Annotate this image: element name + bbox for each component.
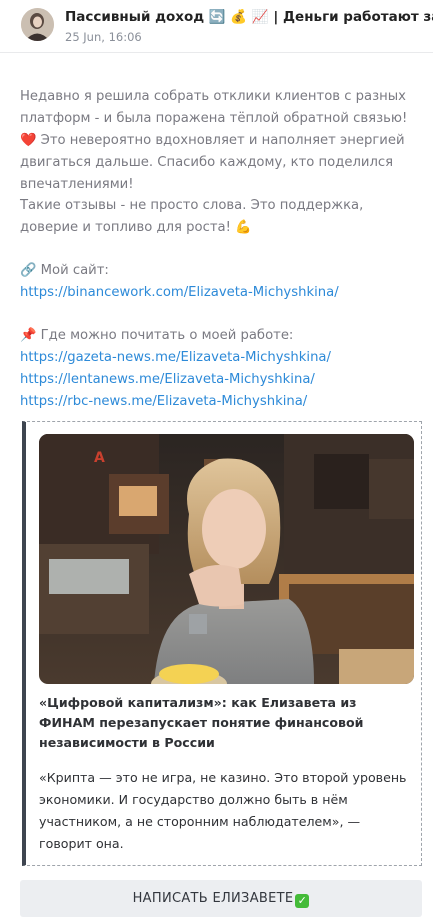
check-mark-icon: ✓ xyxy=(295,894,310,908)
link-preview-card[interactable]: A «Цифровой капитализм»: как Елизавета и… xyxy=(22,421,422,866)
post-date: 25 Jun, 16:06 xyxy=(65,30,142,44)
preview-photo[interactable]: A xyxy=(39,434,414,684)
channel-title[interactable]: Пассивный доход 🔄 💰 📈 | Деньги работают … xyxy=(65,9,433,25)
post-paragraph-2: Такие отзывы - не просто слова. Это подд… xyxy=(20,195,420,239)
article-link-gazeta[interactable]: https://gazeta-news.me/Elizaveta-Michysh… xyxy=(20,350,331,365)
post-paragraph-1: Недавно я решила собрать отклики клиенто… xyxy=(20,86,420,196)
read-label: Где можно почитать о моей работе: xyxy=(40,328,294,343)
site-section: 🔗 Мой сайт: https://binancework.com/Eliz… xyxy=(20,260,420,304)
pushpin-icon: 📌 xyxy=(20,328,37,343)
bank-sign: A xyxy=(94,450,105,466)
post-text-intro: Недавно я решила собрать отклики клиенто… xyxy=(20,89,408,126)
site-link[interactable]: https://binancework.com/Elizaveta-Michys… xyxy=(20,285,339,300)
restaurant-photo: A xyxy=(39,434,414,684)
article-link-rbc[interactable]: https://rbc-news.me/Elizaveta-Michyshkin… xyxy=(20,394,307,409)
channel-avatar[interactable] xyxy=(21,8,54,41)
post-text-continued: Это невероятно вдохновляет и наполняет э… xyxy=(20,133,405,192)
post-text-support: Такие отзывы - не просто слова. Это подд… xyxy=(20,198,364,235)
write-elizaveta-button[interactable]: НАПИСАТЬ ЕЛИЗАВЕТЕ ✓ xyxy=(20,880,422,917)
channel-header: Пассивный доход 🔄 💰 📈 | Деньги работают … xyxy=(0,0,433,53)
preview-description: «Крипта — это не игра, не казино. Это вт… xyxy=(39,770,407,851)
site-label: Мой сайт: xyxy=(40,263,109,278)
heart-icon: ❤️ xyxy=(20,133,37,148)
article-link-lenta[interactable]: https://lentanews.me/Elizaveta-Michyshki… xyxy=(20,372,315,387)
link-icon: 🔗 xyxy=(20,263,37,278)
user-avatar-icon xyxy=(21,8,54,41)
flexed-biceps-icon: 💪 xyxy=(235,220,252,235)
read-section: 📌 Где можно почитать о моей работе: http… xyxy=(20,325,420,413)
write-elizaveta-label: НАПИСАТЬ ЕЛИЗАВЕТЕ xyxy=(132,891,294,906)
preview-title[interactable]: «Цифровой капитализм»: как Елизавета из … xyxy=(39,693,411,753)
